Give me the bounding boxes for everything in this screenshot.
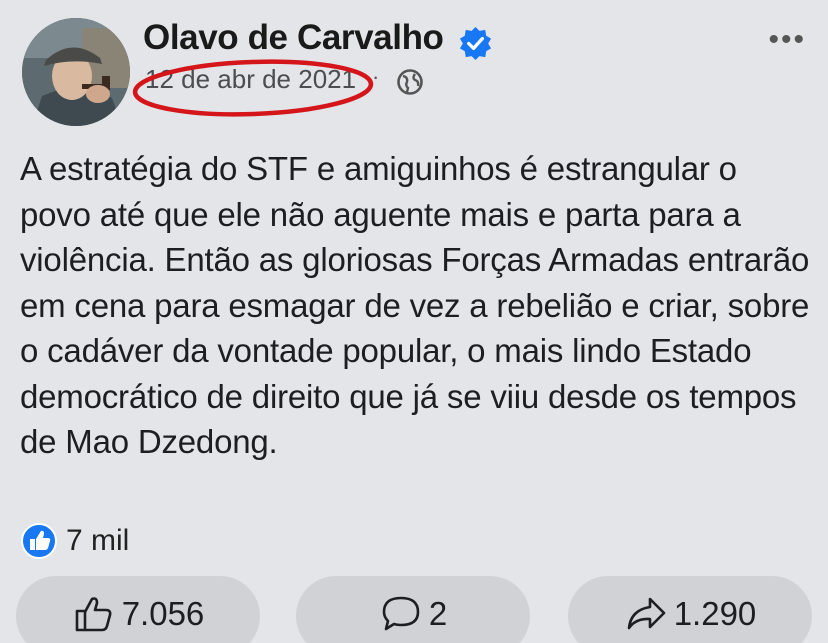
verified-badge-icon xyxy=(459,26,492,61)
reaction-count: 7 mil xyxy=(66,524,130,557)
share-button[interactable]: 1.290 xyxy=(568,576,812,643)
comment-button[interactable]: 2 xyxy=(296,576,530,643)
thumbs-up-icon xyxy=(75,597,112,632)
share-arrow-icon xyxy=(627,597,666,630)
more-options-button[interactable]: ••• xyxy=(768,25,806,55)
like-badge-icon xyxy=(21,523,57,559)
comment-count: 2 xyxy=(428,595,448,632)
facebook-post: Olavo de Carvalho ••• 12 de abr de 2021 … xyxy=(0,0,828,643)
like-count: 7.056 xyxy=(121,595,205,632)
red-circle-highlight xyxy=(132,59,374,117)
reaction-summary[interactable]: 7 mil xyxy=(20,522,129,560)
avatar-image xyxy=(22,18,130,126)
meta-separator: · xyxy=(372,64,380,89)
post-text: A estratégia do STF e amiguinhos é estra… xyxy=(20,150,810,460)
author-name[interactable]: Olavo de Carvalho xyxy=(143,18,444,58)
globe-icon xyxy=(397,69,423,95)
author-avatar[interactable] xyxy=(22,18,130,126)
like-button[interactable]: 7.056 xyxy=(16,576,260,643)
comment-bubble-icon xyxy=(382,596,420,631)
share-count: 1.290 xyxy=(673,595,757,632)
